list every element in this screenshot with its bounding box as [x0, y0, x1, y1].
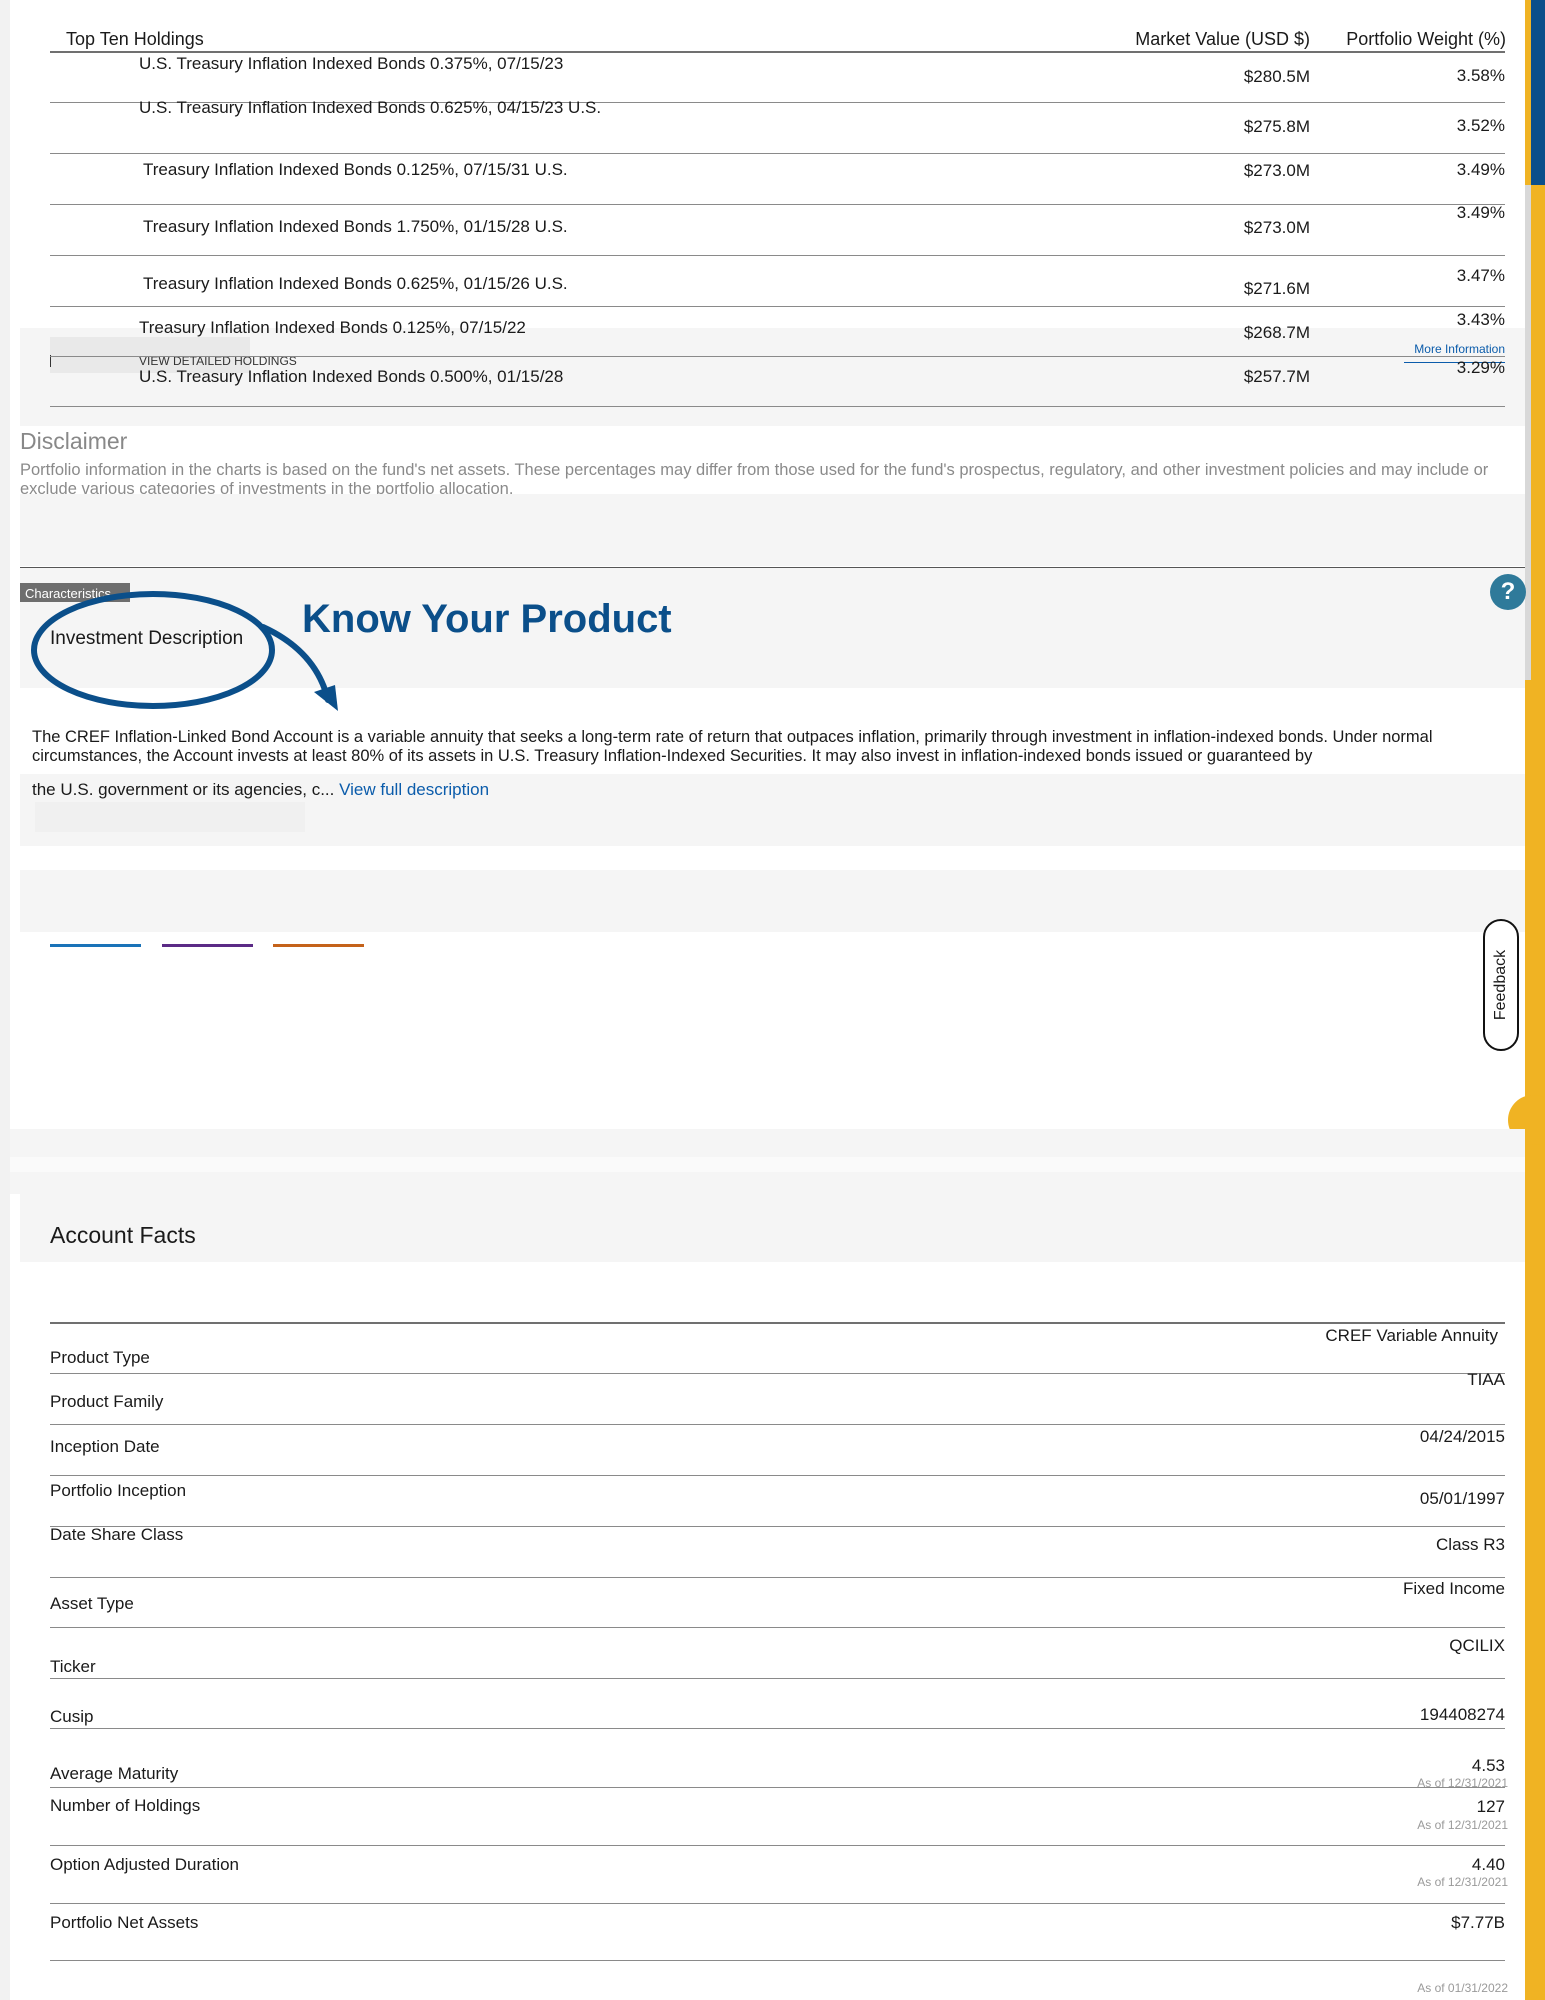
fact-as-of-date: As of 12/31/2021 [1417, 1875, 1508, 1889]
holding-weight: 3.58% [1456, 66, 1505, 85]
more-information-link[interactable]: More Information [1360, 342, 1505, 356]
feedback-button[interactable]: Feedback [1483, 919, 1519, 1051]
holding-row-divider [50, 306, 1505, 307]
holding-market-value: $275.8M [1243, 117, 1310, 136]
holding-weight: 3.43% [1456, 310, 1505, 329]
investment-description-text: The CREF Inflation-Linked Bond Account i… [32, 728, 1433, 765]
fact-value: TIAA [1467, 1370, 1505, 1389]
circle-annotation-ring [31, 591, 275, 709]
fact-value: Fixed Income [1402, 1579, 1505, 1598]
holding-weight: 3.49% [1456, 203, 1505, 222]
holding-name: U.S. Treasury Inflation Indexed Bonds 0.… [139, 367, 564, 386]
fact-label: Option Adjusted Duration [50, 1855, 240, 1874]
left-page-gutter [0, 0, 10, 2000]
holding-row-divider [50, 255, 1505, 256]
fact-label: Date Share Class [50, 1525, 184, 1544]
holding-weight: 3.47% [1456, 266, 1505, 285]
holding-market-value: $280.5M [1243, 67, 1310, 86]
fact-label: Ticker [50, 1657, 96, 1676]
fact-row-divider [50, 1526, 1505, 1527]
holdings-header-weight: Portfolio Weight (%) [1346, 29, 1506, 49]
holdings-header-name: Top Ten Holdings [66, 29, 204, 49]
fact-value: 4.40 [1471, 1855, 1505, 1874]
fact-value: 127 [1476, 1797, 1505, 1816]
description-truncated-text: the U.S. government or its agencies, c..… [32, 780, 335, 799]
fact-label: Inception Date [50, 1437, 160, 1456]
fact-row-divider [50, 1845, 1505, 1846]
help-icon[interactable]: ? [1490, 574, 1526, 610]
holdings-header-market-value: Market Value (USD $) [1135, 29, 1310, 49]
holding-row-divider [50, 153, 1505, 154]
arrow-head-icon [314, 685, 338, 711]
chart-tab-underline-blue[interactable] [50, 944, 141, 947]
account-facts-header-rule [50, 1322, 1505, 1324]
fact-label: Number of Holdings [50, 1796, 201, 1815]
fact-row-divider [50, 1903, 1505, 1904]
fact-value: 4.53 [1471, 1756, 1505, 1775]
scrollbar-blue-segment [1531, 0, 1545, 185]
fact-value: 194408274 [1419, 1705, 1505, 1724]
fact-label: Portfolio Net Assets [50, 1913, 199, 1932]
fact-row-divider [50, 1728, 1505, 1729]
disclaimer-band [20, 494, 1525, 566]
holding-market-value: $257.7M [1243, 367, 1310, 386]
chart-tab-underline-orange[interactable] [273, 944, 364, 947]
chart-tab-underline-purple[interactable] [162, 944, 253, 947]
fact-as-of-date: As of 01/31/2022 [1417, 1981, 1508, 1995]
holding-name: U.S. Treasury Inflation Indexed Bonds 0.… [139, 54, 564, 73]
fact-label: Product Family [50, 1392, 164, 1411]
holding-row-divider [50, 406, 1505, 407]
fact-row-divider [50, 1787, 1505, 1788]
holding-row-divider [50, 204, 1505, 205]
fact-label: Asset Type [50, 1594, 134, 1613]
fact-value: 04/24/2015 [1419, 1427, 1505, 1446]
holding-weight: 3.52% [1456, 116, 1505, 135]
holding-weight: 3.29% [1456, 358, 1505, 377]
holding-name: Treasury Inflation Indexed Bonds 0.125%,… [143, 160, 568, 179]
fact-label: Cusip [50, 1707, 94, 1726]
holding-name: U.S. Treasury Inflation Indexed Bonds 0.… [139, 98, 602, 117]
fact-row-divider [50, 1960, 1505, 1961]
fact-row-divider [50, 1577, 1505, 1578]
fact-label: Average Maturity [50, 1764, 179, 1783]
holding-market-value: $271.6M [1243, 279, 1310, 298]
fact-row-divider [50, 1475, 1505, 1476]
account-facts-title: Account Facts [50, 1222, 196, 1248]
holding-market-value: $273.0M [1243, 161, 1310, 180]
holdings-header-rule [50, 51, 1505, 53]
fact-row-divider [50, 1678, 1505, 1679]
description-inner-box [35, 802, 305, 832]
investment-description-text-continued: the U.S. government or its agencies, c..… [32, 780, 489, 800]
view-full-description-link[interactable]: View full description [339, 780, 489, 799]
scrollbar-thumb[interactable] [1525, 185, 1531, 680]
fact-value: QCILIX [1449, 1636, 1505, 1655]
fact-value: CREF Variable Annuity [1325, 1326, 1498, 1345]
circle-annotation [31, 591, 338, 711]
know-your-product-annotation: Know Your Product [302, 597, 672, 641]
fact-row-divider [50, 1627, 1505, 1628]
fact-value: $7.77B [1451, 1913, 1505, 1932]
disclaimer-title: Disclaimer [20, 428, 128, 454]
description-white-strip [20, 846, 1525, 870]
feedback-label: Feedback [1492, 949, 1509, 1021]
holding-name: Treasury Inflation Indexed Bonds 1.750%,… [143, 217, 568, 236]
holding-market-value: $268.7M [1243, 323, 1310, 342]
fact-label: Product Type [50, 1348, 150, 1367]
holding-row-divider [50, 356, 1505, 357]
holding-name: Treasury Inflation Indexed Bonds 0.625%,… [143, 274, 568, 293]
holding-weight: 3.49% [1456, 160, 1505, 179]
chart-area-white-strip [10, 1157, 1525, 1172]
fact-row-divider [50, 1424, 1505, 1425]
holding-name: Treasury Inflation Indexed Bonds 0.125%,… [139, 318, 526, 337]
fact-as-of-date: As of 12/31/2021 [1417, 1818, 1508, 1832]
account-facts-header-band [20, 1194, 1525, 1262]
fact-value: 05/01/1997 [1419, 1489, 1505, 1508]
holding-market-value: $273.0M [1243, 218, 1310, 237]
fact-label: Portfolio Inception [50, 1481, 187, 1500]
fact-value: Class R3 [1436, 1535, 1505, 1554]
